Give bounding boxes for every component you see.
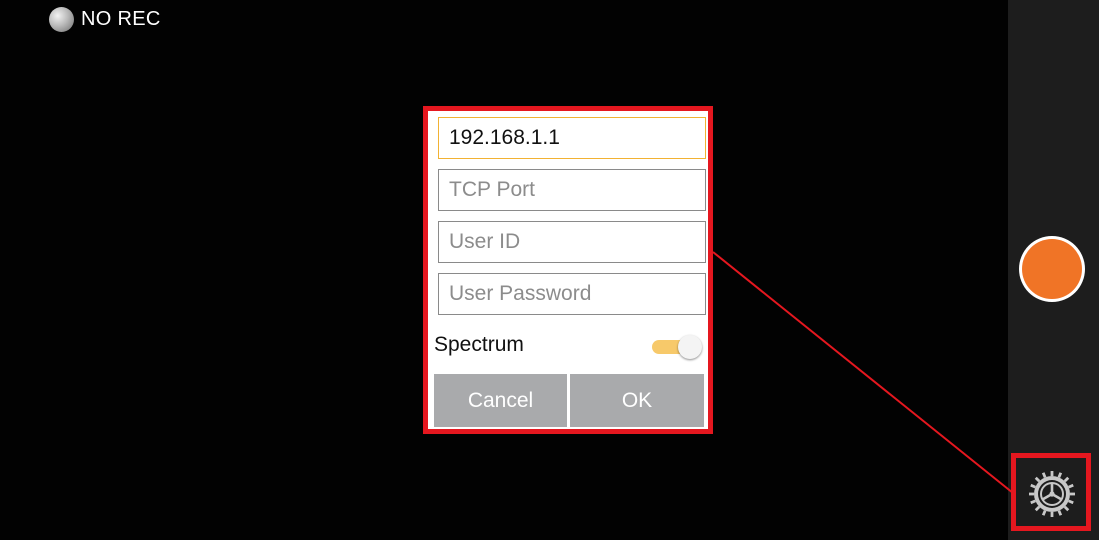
cancel-button[interactable]: Cancel xyxy=(434,374,567,427)
recording-status: NO REC xyxy=(49,7,161,32)
spectrum-toggle[interactable] xyxy=(650,335,704,359)
status-indicator-icon xyxy=(49,7,74,32)
settings-gear-icon[interactable] xyxy=(1028,470,1076,518)
connection-dialog: Spectrum Cancel OK xyxy=(423,106,713,434)
user-id-input[interactable] xyxy=(438,221,706,263)
record-button[interactable] xyxy=(1019,236,1085,302)
tcp-port-input[interactable] xyxy=(438,169,706,211)
record-button-fill xyxy=(1022,239,1082,299)
user-password-input[interactable] xyxy=(438,273,706,315)
spectrum-label: Spectrum xyxy=(434,333,524,356)
ok-button[interactable]: OK xyxy=(570,374,704,427)
recording-status-label: NO REC xyxy=(81,8,161,30)
spectrum-toggle-knob xyxy=(678,335,702,359)
ip-address-input[interactable] xyxy=(438,117,706,159)
